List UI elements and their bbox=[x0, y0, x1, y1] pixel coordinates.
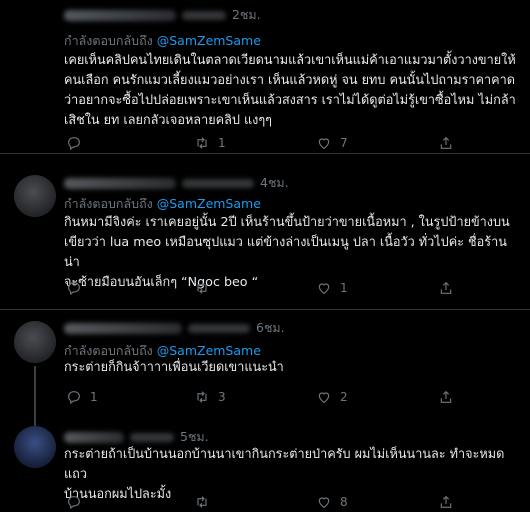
like-count: 7 bbox=[340, 136, 348, 150]
tweet-actions: 1 bbox=[64, 280, 504, 298]
tweet-text-line: เคยเห็นคลิปคนไทยเดินในตลาดเวียดนามแล้วเข… bbox=[64, 52, 516, 67]
share-button[interactable] bbox=[438, 389, 454, 405]
tweet-text-line: เสิชใน ยท เลยกลัวเจอหลายคลิป แงๆๆ bbox=[64, 112, 272, 127]
reply-prefix: กำลังตอบกลับถึง bbox=[64, 196, 153, 211]
tweet-time[interactable]: 4ชม. bbox=[260, 173, 289, 193]
share-button[interactable] bbox=[438, 135, 454, 151]
retweet-button[interactable] bbox=[194, 494, 218, 510]
tweet-time[interactable]: 2ชม. bbox=[232, 5, 261, 25]
reply-icon bbox=[68, 391, 80, 405]
tweet-header: 2ชม. bbox=[64, 6, 261, 24]
author-handle[interactable] bbox=[188, 323, 250, 333]
avatar[interactable] bbox=[14, 321, 56, 363]
retweet-icon bbox=[197, 282, 207, 294]
share-icon bbox=[440, 390, 452, 403]
reply-context: กำลังตอบกลับถึง @SamZemSame bbox=[64, 31, 261, 51]
tweet-actions: 8 bbox=[64, 494, 504, 512]
tweet-text-line: กระต่ายถ้าเป็นบ้านนอกบ้านนาเขากินกระต่าย… bbox=[64, 446, 505, 481]
retweet-button[interactable] bbox=[194, 280, 218, 296]
share-icon bbox=[440, 136, 452, 149]
reply-icon bbox=[68, 282, 80, 296]
tweet-text-line: กระต่ายก็กินจ้าาาาเพื่อนเวียดเขาแนะนำ bbox=[64, 359, 284, 374]
tweet-text-line: เขียวว่า lua meo เหมือนซุปแมว แต่ข้างล่า… bbox=[64, 234, 507, 269]
mention-link[interactable]: @SamZemSame bbox=[157, 33, 261, 48]
like-button[interactable]: 2 bbox=[316, 389, 348, 405]
avatar[interactable] bbox=[14, 175, 56, 217]
share-button[interactable] bbox=[438, 280, 454, 296]
retweet-icon bbox=[197, 391, 207, 403]
tweet-actions: 1 3 2 bbox=[64, 389, 504, 407]
reply-prefix: กำลังตอบกลับถึง bbox=[64, 33, 153, 48]
mention-link[interactable]: @SamZemSame bbox=[157, 196, 261, 211]
share-icon bbox=[440, 281, 452, 294]
author-name[interactable] bbox=[64, 322, 182, 334]
reply-button[interactable]: 1 bbox=[66, 389, 98, 405]
like-count: 1 bbox=[340, 281, 348, 295]
avatar[interactable] bbox=[14, 426, 56, 468]
tweet[interactable]: 4ชม. กำลังตอบกลับถึง @SamZemSame กินหมาม… bbox=[0, 164, 530, 310]
share-icon bbox=[440, 495, 452, 508]
tweet-header: 4ชม. bbox=[64, 174, 289, 192]
tweet-time[interactable]: 6ชม. bbox=[256, 318, 285, 338]
tweet[interactable]: 2ชม. กำลังตอบกลับถึง @SamZemSame เคยเห็น… bbox=[0, 0, 530, 154]
tweet-text-line: กินหมามีจิงค่ะ เราเคยอยู่นั้น 2ปี เห็นร้… bbox=[64, 214, 510, 229]
like-count: 2 bbox=[340, 390, 348, 404]
like-count: 8 bbox=[340, 495, 348, 509]
heart-icon bbox=[318, 497, 330, 509]
reply-count: 1 bbox=[90, 390, 98, 404]
tweet-header: 6ชม. bbox=[64, 319, 285, 337]
heart-icon bbox=[318, 138, 330, 150]
retweet-icon bbox=[197, 496, 207, 508]
tweet-text-line: คนเลือก คนรักแมวเลี้ยงแมวอย่างเรา เห็นแล… bbox=[64, 72, 516, 87]
reply-button[interactable] bbox=[66, 494, 90, 510]
author-name[interactable] bbox=[64, 177, 176, 189]
author-name[interactable] bbox=[64, 431, 124, 443]
tweet-text-line: ว่าอยากจะซื้อไปปล่อยเพราะเขาเห็นแล้วสงสา… bbox=[64, 92, 516, 107]
reply-prefix: กำลังตอบกลับถึง bbox=[64, 343, 153, 358]
heart-icon bbox=[318, 283, 330, 295]
like-button[interactable]: 7 bbox=[316, 135, 348, 151]
tweet[interactable]: 6ชม. กำลังตอบกลับถึง @SamZemSame กระต่าย… bbox=[0, 311, 530, 420]
reply-context: กำลังตอบกลับถึง @SamZemSame bbox=[64, 194, 261, 214]
reply-icon bbox=[68, 496, 80, 510]
reply-icon bbox=[68, 137, 80, 151]
heart-icon bbox=[318, 392, 330, 404]
author-handle[interactable] bbox=[182, 178, 254, 188]
retweet-count: 1 bbox=[218, 136, 226, 150]
author-handle[interactable] bbox=[130, 432, 174, 442]
like-button[interactable]: 8 bbox=[316, 494, 348, 510]
retweet-button[interactable]: 1 bbox=[194, 135, 226, 151]
tweet-actions: 1 7 bbox=[64, 135, 504, 153]
share-button[interactable] bbox=[438, 494, 454, 510]
reply-button[interactable] bbox=[66, 135, 90, 151]
author-handle[interactable] bbox=[182, 10, 226, 20]
tweet-text: กระต่ายก็กินจ้าาาาเพื่อนเวียดเขาแนะนำ bbox=[64, 357, 520, 377]
retweet-icon bbox=[197, 137, 207, 149]
thread-line bbox=[34, 366, 36, 420]
retweet-count: 3 bbox=[218, 390, 226, 404]
author-name[interactable] bbox=[64, 9, 176, 21]
tweet[interactable]: 5ชม. กระต่ายถ้าเป็นบ้านนอกบ้านนาเขากินกร… bbox=[0, 420, 530, 512]
mention-link[interactable]: @SamZemSame bbox=[157, 343, 261, 358]
tweet-text: เคยเห็นคลิปคนไทยเดินในตลาดเวียดนามแล้วเข… bbox=[64, 50, 520, 130]
like-button[interactable]: 1 bbox=[316, 280, 348, 296]
retweet-button[interactable]: 3 bbox=[194, 389, 226, 405]
reply-button[interactable] bbox=[66, 280, 90, 296]
